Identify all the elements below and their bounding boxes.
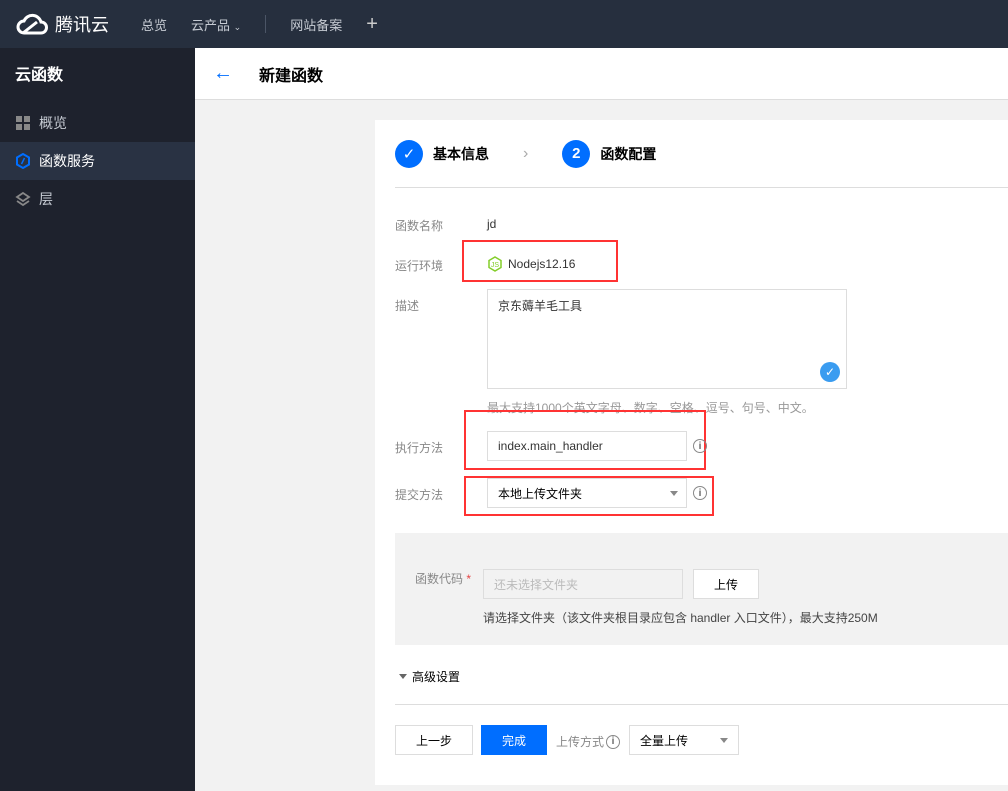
divider <box>395 704 1008 705</box>
finish-button[interactable]: 完成 <box>481 725 547 755</box>
runtime-label: 运行环境 <box>395 259 444 273</box>
divider <box>265 15 267 33</box>
grid-icon <box>15 115 31 131</box>
upload-mode-value: 全量上传 <box>640 733 689 748</box>
previous-button[interactable]: 上一步 <box>395 725 473 755</box>
sidebar: 云函数 概览 函数服务 层 <box>0 48 195 791</box>
info-icon[interactable]: i <box>606 734 621 749</box>
info-icon[interactable]: i <box>693 486 707 500</box>
page-title: 新建函数 <box>259 67 324 85</box>
sidebar-title: 云函数 <box>15 67 64 84</box>
chevron-right-icon: › <box>523 144 529 162</box>
check-icon: ✓ <box>395 139 423 168</box>
nav-overview[interactable]: 总览 <box>141 15 167 34</box>
sidebar-item-layers[interactable]: 层 <box>0 180 195 218</box>
caret-down-icon <box>399 674 407 679</box>
advanced-settings-toggle[interactable]: 高级设置 <box>399 668 460 685</box>
sidebar-item-label: 函数服务 <box>39 153 95 169</box>
runtime-value: JS Nodejs12.16 <box>487 256 575 272</box>
code-hint: 请选择文件夹（该文件夹根目录应包含 handler 入口文件），最大支持250M <box>483 611 878 625</box>
svg-text:JS: JS <box>491 262 500 269</box>
runtime-text: Nodejs12.16 <box>508 257 576 271</box>
name-value: jd <box>487 217 497 231</box>
info-icon[interactable]: i <box>693 439 707 453</box>
stepper: ✓ 基本信息 › 2 函数配置 <box>395 120 1008 188</box>
cloud-icon <box>16 13 48 35</box>
name-label: 函数名称 <box>395 219 444 233</box>
brand-logo[interactable]: 腾讯云 <box>15 11 141 37</box>
layers-icon <box>15 191 31 207</box>
sidebar-item-label: 层 <box>39 191 53 207</box>
plus-icon[interactable]: + <box>366 13 378 36</box>
code-label-text: 函数代码 <box>415 572 464 586</box>
form-card: ✓ 基本信息 › 2 函数配置 函数名称 jd 运行环境 JS Nodejs12… <box>375 120 1008 785</box>
brand-name: 腾讯云 <box>55 15 109 35</box>
upload-mode-label: 上传方式 i <box>556 733 621 750</box>
upload-mode-select[interactable]: 全量上传 <box>629 725 739 755</box>
description-text: 京东薅羊毛工具 <box>498 299 583 313</box>
caret-down-icon <box>720 738 728 743</box>
submit-method-value: 本地上传文件夹 <box>498 486 583 501</box>
back-arrow-icon[interactable]: ← <box>213 62 259 85</box>
nav-products-label: 云产品 <box>191 17 231 33</box>
step-function-config: 函数配置 <box>600 145 657 162</box>
sidebar-item-overview[interactable]: 概览 <box>0 104 195 142</box>
folder-path-input[interactable]: 还未选择文件夹 <box>483 569 683 599</box>
description-textarea[interactable]: 京东薅羊毛工具 ✓ <box>487 289 847 389</box>
desc-label: 描述 <box>395 299 420 313</box>
handler-value: index.main_handler <box>498 439 603 453</box>
advanced-settings-label: 高级设置 <box>412 670 461 684</box>
submit-method-select[interactable]: 本地上传文件夹 <box>487 478 687 508</box>
folder-path-placeholder: 还未选择文件夹 <box>494 577 579 592</box>
code-upload-panel: 函数代码 * 还未选择文件夹 上传 请选择文件夹（该文件夹根目录应包含 hand… <box>395 533 1008 645</box>
nodejs-icon: JS <box>488 256 502 272</box>
handler-label: 执行方法 <box>395 441 444 455</box>
sidebar-item-label: 概览 <box>39 115 67 131</box>
chevron-down-icon: ⌄ <box>233 21 242 32</box>
upload-mode-label-text: 上传方式 <box>556 735 605 749</box>
top-bar: 腾讯云 总览 云产品 ⌄ 网站备案 + <box>0 0 1008 48</box>
required-mark: * <box>466 572 472 586</box>
code-label: 函数代码 * <box>415 570 471 587</box>
step-number: 2 <box>562 139 591 168</box>
submit-label: 提交方法 <box>395 488 444 502</box>
sidebar-item-functions[interactable]: 函数服务 <box>0 142 195 180</box>
nav-products[interactable]: 云产品 ⌄ <box>191 15 241 34</box>
step-basic-info: 基本信息 <box>433 145 489 162</box>
caret-down-icon <box>670 491 678 496</box>
nav-icp[interactable]: 网站备案 <box>290 15 342 34</box>
page-header: ← 新建函数 <box>195 48 1008 100</box>
check-circle-icon: ✓ <box>820 362 840 382</box>
handler-input[interactable]: index.main_handler <box>487 431 687 461</box>
function-icon <box>15 153 31 169</box>
upload-button[interactable]: 上传 <box>693 569 759 599</box>
